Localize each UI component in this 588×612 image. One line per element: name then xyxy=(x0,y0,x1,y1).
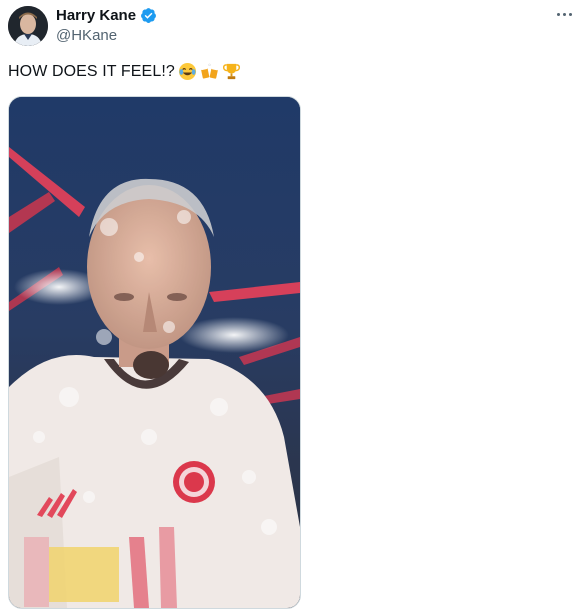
video-thumbnail xyxy=(9,97,300,608)
trophy-icon xyxy=(222,62,241,81)
tweet-text-body: HOW DOES IT FEEL!? xyxy=(8,62,175,80)
author-name-row: Harry Kane xyxy=(56,7,157,24)
clinking-beer-mugs-icon xyxy=(200,62,219,81)
tweet-card: Harry Kane @HKane HOW DOES IT FEEL!? xyxy=(0,0,588,612)
verified-badge-icon xyxy=(140,7,157,24)
author-handle[interactable]: @HKane xyxy=(56,27,117,44)
author-display-name[interactable]: Harry Kane xyxy=(56,7,136,24)
more-horizontal-icon xyxy=(556,12,560,16)
tweet-video[interactable] xyxy=(8,96,301,609)
more-dot xyxy=(562,12,566,16)
tweet-text: HOW DOES IT FEEL!? xyxy=(8,62,241,81)
face-with-tears-of-joy-icon xyxy=(178,62,197,81)
author-avatar[interactable] xyxy=(8,6,48,46)
more-dot xyxy=(568,12,572,16)
more-options-button[interactable] xyxy=(552,4,576,24)
